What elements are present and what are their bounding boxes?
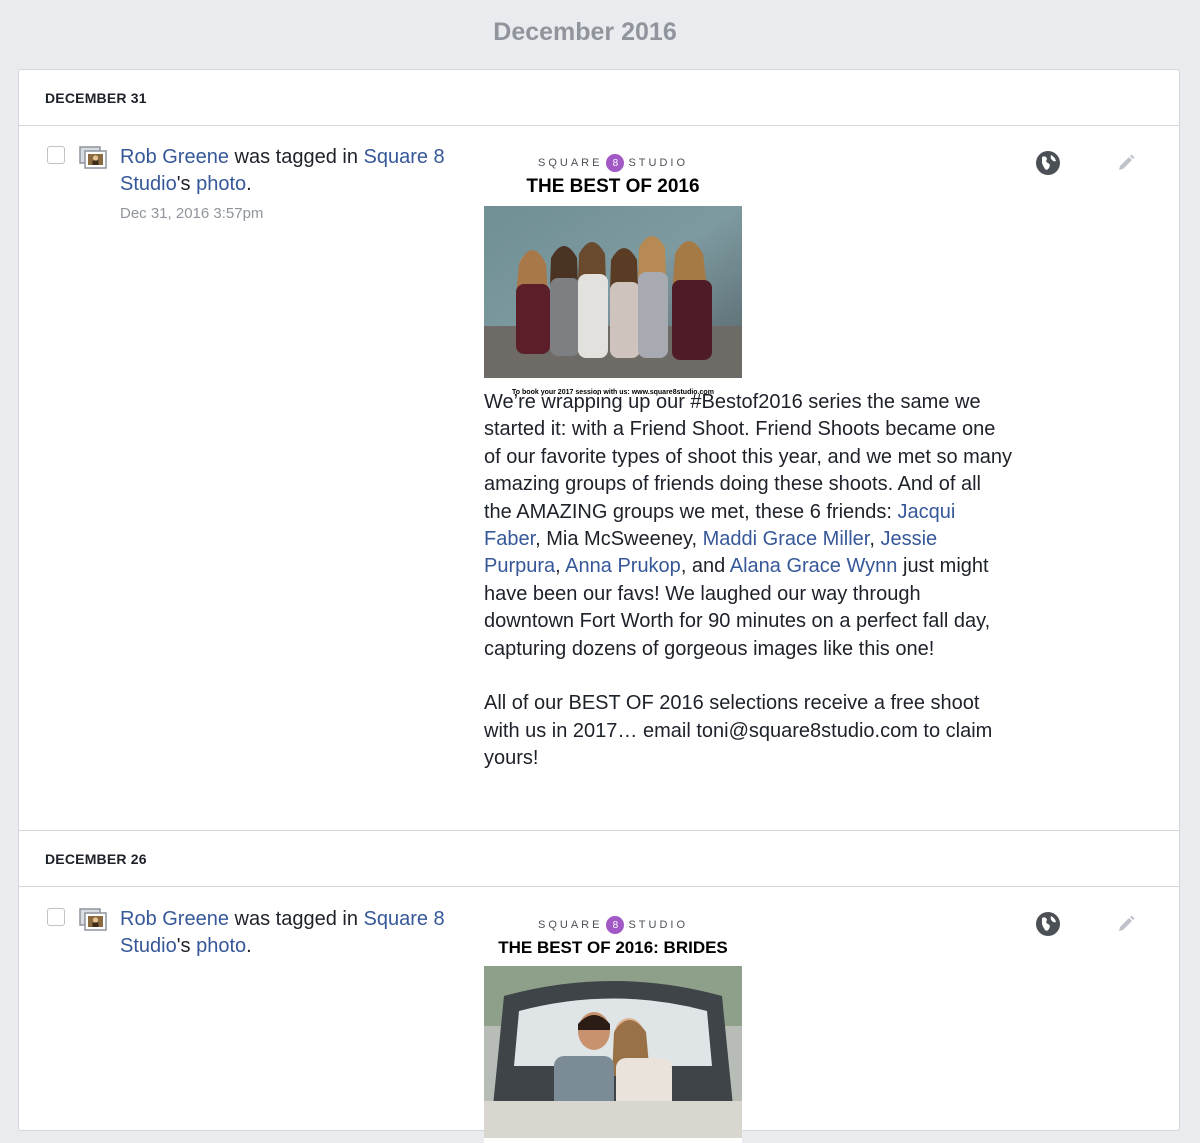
friends-photo (484, 206, 742, 378)
pencil-icon[interactable] (1116, 914, 1136, 934)
tagged-friend-link[interactable]: Anna Prukop (565, 555, 681, 577)
image-title: THE BEST OF 2016 (526, 176, 700, 197)
story-headline: Rob Greene was tagged in Square 8 Studio… (120, 144, 470, 198)
brand-logo: SQUARE 8 STUDIO (484, 916, 742, 934)
month-title: December 2016 (493, 18, 677, 46)
photo-attachment[interactable]: SQUARE 8 STUDIO THE BEST OF 2016: BRIDES (484, 916, 742, 1143)
globe-icon[interactable] (1035, 150, 1061, 176)
pencil-icon[interactable] (1116, 153, 1136, 173)
brand-text-right: STUDIO (628, 919, 689, 931)
post-text-segment: , (555, 555, 566, 578)
photo-tag-icon (79, 908, 107, 931)
activity-card: DECEMBER 31 Rob Greene was tagged in Squ… (18, 69, 1180, 1143)
post-text-segment: , Mia McSweeney, (535, 528, 703, 551)
brand-text-left: SQUARE (537, 157, 603, 169)
globe-icon[interactable] (1035, 911, 1061, 937)
photo-link[interactable]: photo (196, 935, 246, 957)
post-text-segment: just might have been our favs! We laughe… (484, 555, 993, 770)
brand-badge: 8 (606, 154, 625, 172)
bride-photo (484, 966, 742, 1138)
action-text: was tagged in (228, 908, 364, 930)
post-text-segment: , and (680, 555, 730, 578)
tagged-friend-link[interactable]: Maddi Grace Miller (703, 528, 870, 550)
brand-badge: 8 (606, 916, 625, 934)
possessive-text: 's (176, 935, 197, 957)
photo-attachment[interactable]: SQUARE 8 STUDIO THE BEST OF 2016 To book… (484, 154, 742, 396)
image-title: THE BEST OF 2016: BRIDES (498, 938, 728, 957)
period-text: . (246, 173, 252, 195)
period-text: . (246, 935, 252, 957)
action-text: was tagged in (228, 146, 364, 168)
brand-logo: SQUARE 8 STUDIO (484, 154, 742, 172)
post-text: We’re wrapping up our #Bestof2016 series… (484, 389, 1014, 773)
actor-link[interactable]: Rob Greene (120, 908, 229, 930)
timestamp[interactable]: Dec 31, 2016 3:57pm (120, 205, 263, 222)
story-headline: Rob Greene was tagged in Square 8 Studio… (120, 906, 470, 960)
photo-link[interactable]: photo (196, 173, 246, 195)
photo-tag-icon (79, 146, 107, 169)
actor-link[interactable]: Rob Greene (120, 146, 229, 168)
brand-text-left: SQUARE (537, 919, 603, 931)
possessive-text: 's (176, 173, 197, 195)
tagged-friend-link[interactable]: Alana Grace Wynn (730, 555, 898, 577)
select-checkbox[interactable] (47, 908, 65, 926)
post-text-segment: , (869, 528, 881, 551)
date-header: DECEMBER 26 (19, 831, 1179, 887)
select-checkbox[interactable] (47, 146, 65, 164)
brand-text-right: STUDIO (628, 157, 689, 169)
date-header: DECEMBER 31 (19, 70, 1179, 126)
